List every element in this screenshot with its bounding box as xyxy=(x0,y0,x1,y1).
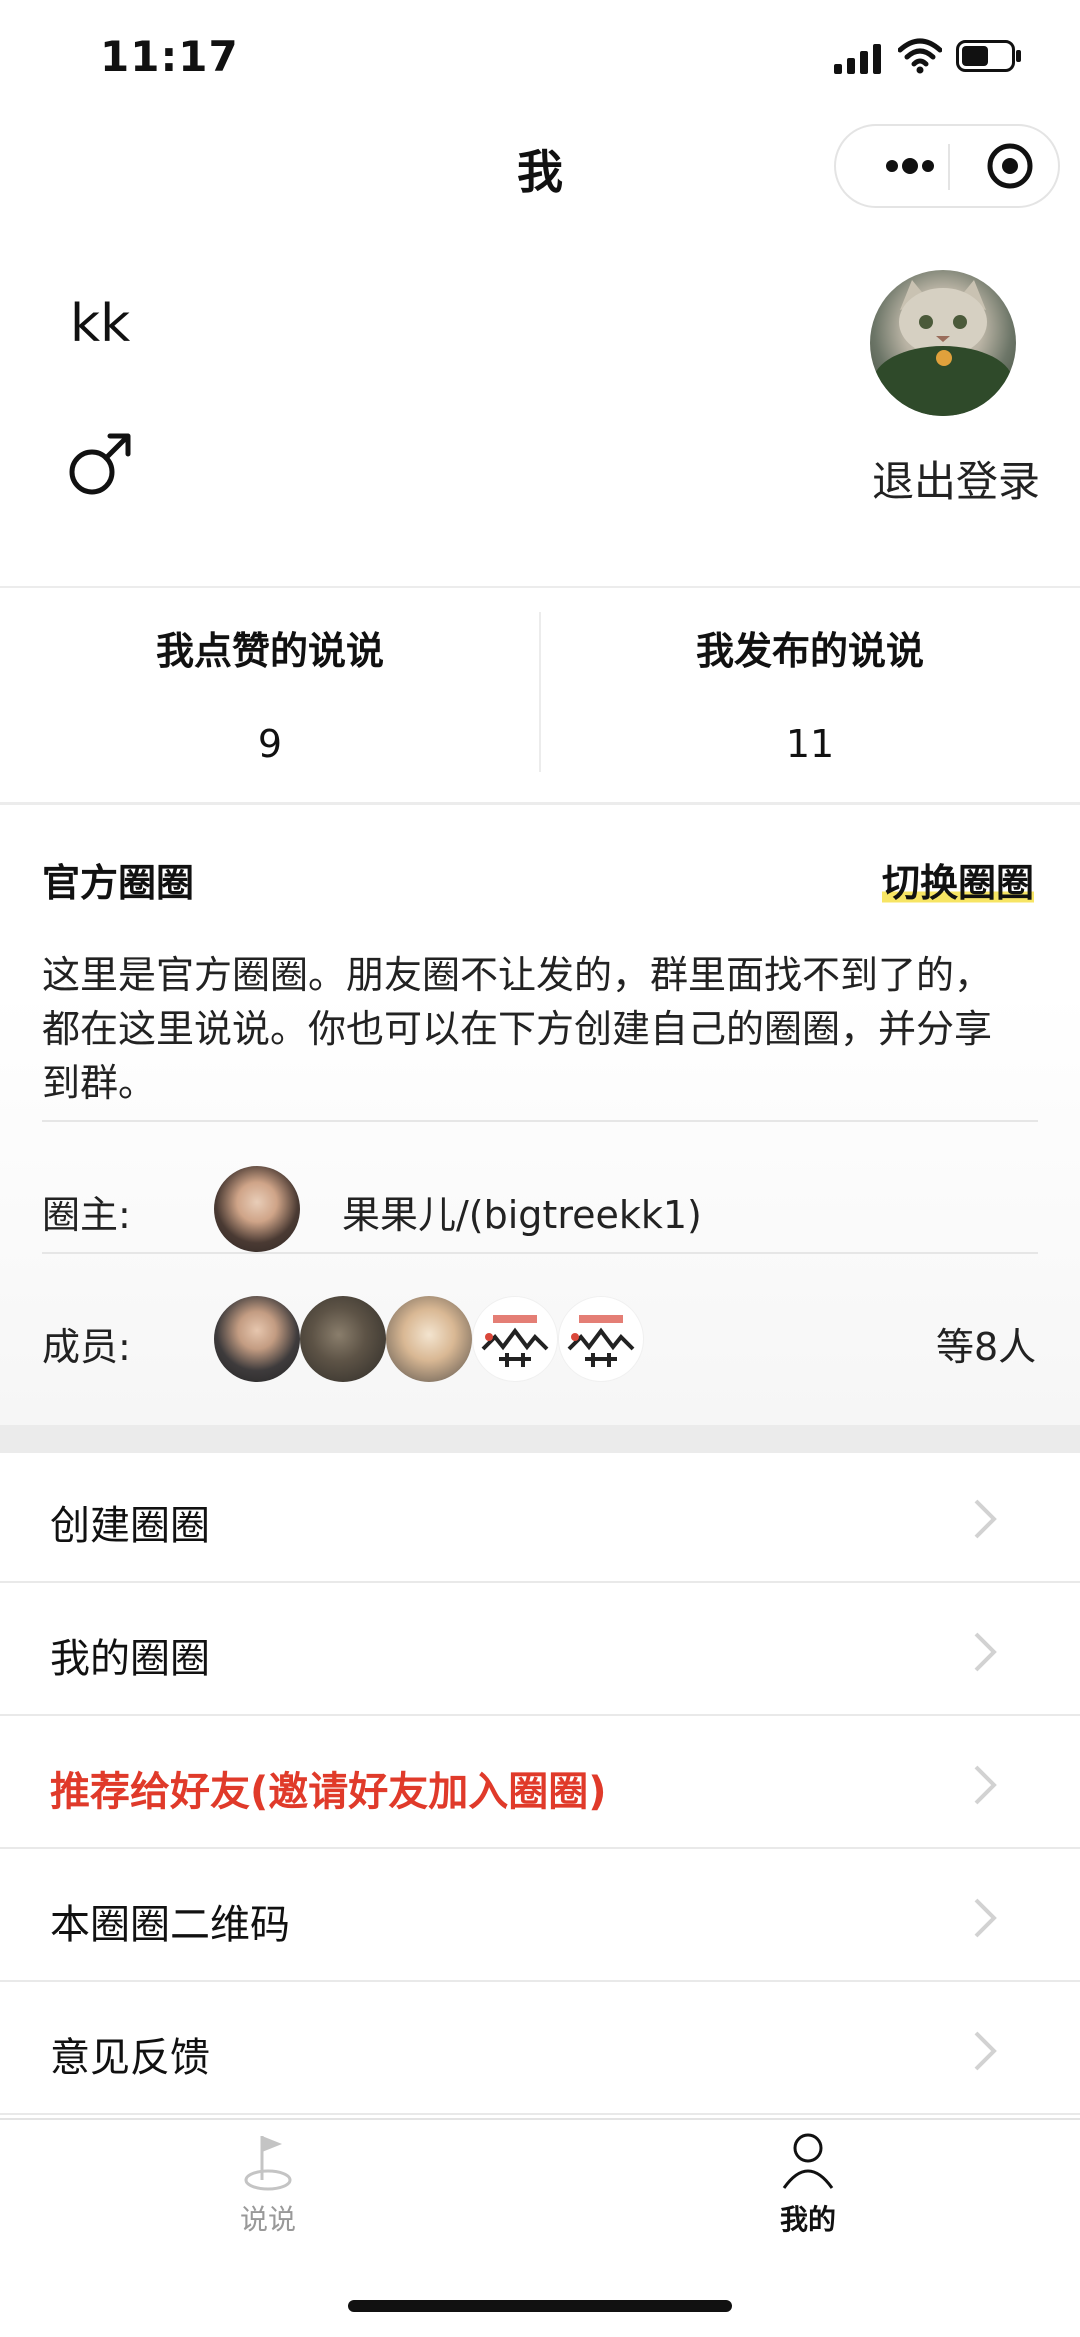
menu-label: 推荐给好友(邀请好友加入圈圈) xyxy=(50,1769,607,1815)
published-posts-count[interactable]: 11 xyxy=(540,722,1080,766)
members-count[interactable]: 等8人 xyxy=(936,1316,1036,1371)
divider xyxy=(0,586,1080,588)
menu-create-circle[interactable]: 创建圈圈 xyxy=(0,1453,1080,1583)
members-label: 成员: xyxy=(42,1325,131,1369)
menu-label: 意见反馈 xyxy=(50,2035,210,2081)
member-avatar-logo-image xyxy=(567,1315,635,1367)
description-line: 都在这里说说。你也可以在下方创建自己的圈圈，并分享 xyxy=(42,1007,993,1051)
menu-recommend-friends[interactable]: 推荐给好友(邀请好友加入圈圈) xyxy=(0,1719,1080,1849)
battery-icon xyxy=(956,40,1021,72)
more-icon[interactable] xyxy=(866,126,946,206)
chevron-right-icon xyxy=(974,1499,997,1539)
chevron-right-icon xyxy=(974,1632,997,1672)
menu-label: 我的圈圈 xyxy=(50,1636,210,1682)
menu-label: 创建圈圈 xyxy=(50,1503,210,1549)
male-gender-icon xyxy=(69,433,131,495)
divider xyxy=(42,1120,1038,1122)
switch-circle-button[interactable]: 切换圈圈 xyxy=(882,852,1035,907)
description-line: 到群。 xyxy=(42,1061,157,1105)
avatar-cat-image xyxy=(873,280,1013,416)
chevron-right-icon xyxy=(974,2031,997,2071)
cellular-signal-icon xyxy=(834,44,881,74)
member-avatar[interactable] xyxy=(214,1296,300,1382)
circle-description: 这里是官方圈圈。朋友圈不让发的，群里面找不到了的， 都在这里说说。你也可以在下方… xyxy=(42,948,1042,1110)
wifi-icon xyxy=(898,38,942,74)
flag-icon[interactable] xyxy=(238,2128,298,2192)
menu-circle-qrcode[interactable]: 本圈圈二维码 xyxy=(0,1852,1080,1982)
owner-label: 圈主: xyxy=(42,1193,131,1237)
menu-label: 本圈圈二维码 xyxy=(50,1902,290,1948)
tab-posts[interactable]: 说说 xyxy=(178,2198,358,2238)
member-avatar-logo-image xyxy=(481,1315,549,1367)
miniprogram-capsule xyxy=(834,124,1060,208)
owner-name: 果果儿/(bigtreekk1) xyxy=(342,1193,702,1237)
menu-feedback[interactable]: 意见反馈 xyxy=(0,1985,1080,2115)
home-indicator[interactable] xyxy=(348,2300,732,2312)
person-icon[interactable] xyxy=(778,2128,838,2192)
menu-my-circles[interactable]: 我的圈圈 xyxy=(0,1586,1080,1716)
tab-mine[interactable]: 我的 xyxy=(718,2198,898,2238)
circle-name: 官方圈圈 xyxy=(42,861,195,905)
member-avatar[interactable] xyxy=(300,1296,386,1382)
description-line: 这里是官方圈圈。朋友圈不让发的，群里面找不到了的， xyxy=(42,953,993,997)
member-avatar[interactable] xyxy=(386,1296,472,1382)
section-gap xyxy=(0,1425,1080,1453)
owner-avatar[interactable] xyxy=(214,1166,300,1252)
user-avatar[interactable] xyxy=(870,270,1016,416)
logout-button[interactable]: 退出登录 xyxy=(872,448,1040,509)
liked-posts-count[interactable]: 9 xyxy=(0,722,540,766)
liked-posts-title[interactable]: 我点赞的说说 xyxy=(0,620,540,675)
close-miniprogram-icon[interactable] xyxy=(970,126,1050,206)
capsule-divider xyxy=(948,144,950,190)
member-avatar[interactable] xyxy=(472,1296,558,1382)
chevron-right-icon xyxy=(974,1765,997,1805)
username: kk xyxy=(70,294,131,354)
member-avatar[interactable] xyxy=(558,1296,644,1382)
status-time: 11:17 xyxy=(100,32,239,81)
published-posts-title[interactable]: 我发布的说说 xyxy=(540,620,1080,675)
divider xyxy=(42,1252,1038,1254)
chevron-right-icon xyxy=(974,1898,997,1938)
